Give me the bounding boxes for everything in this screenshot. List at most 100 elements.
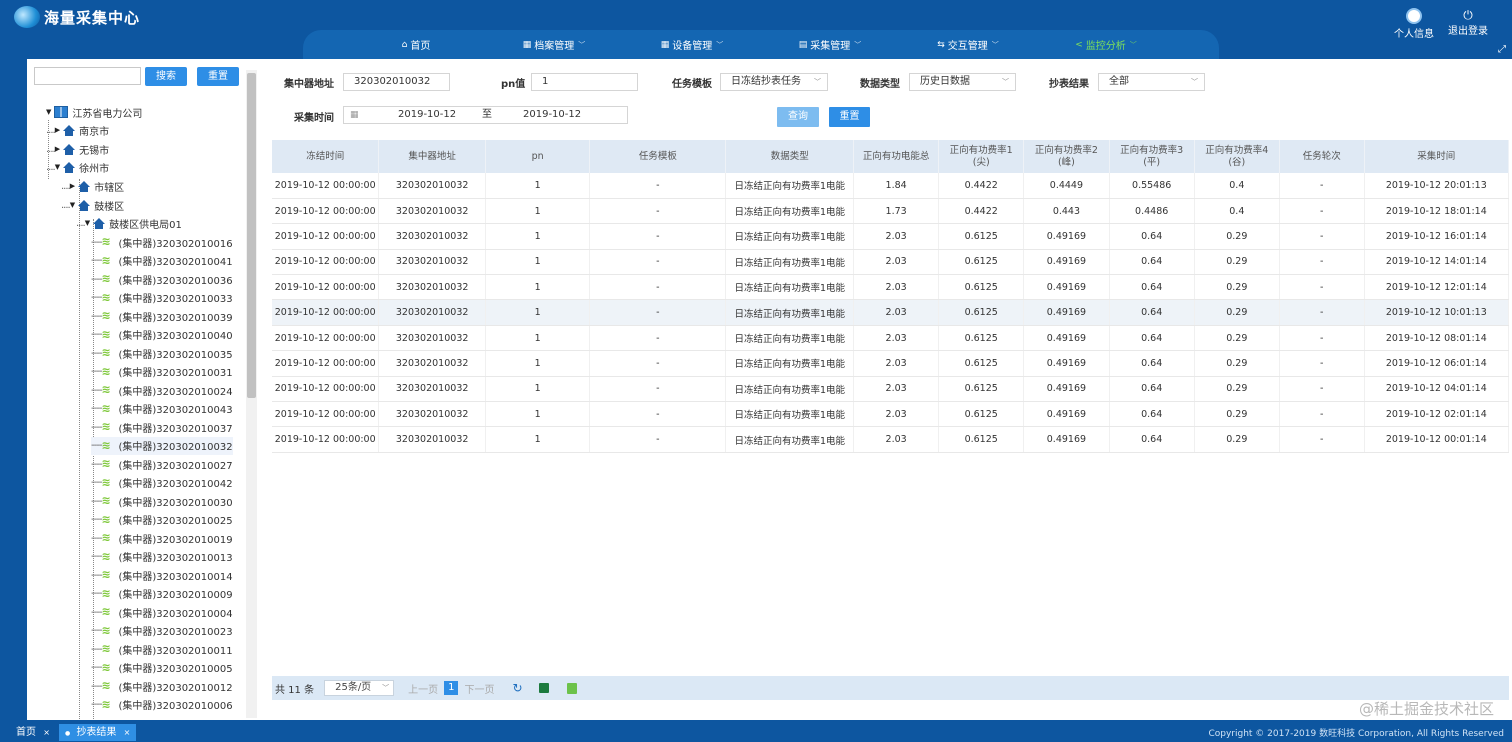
expand-toggle-icon[interactable]: ▶ (55, 126, 60, 134)
nav-item-2[interactable]: ▦ 设备管理 ﹀ (623, 30, 761, 59)
expand-toggle-icon[interactable]: ▶ (55, 145, 60, 153)
table-row[interactable]: 2019-10-12 00:00:00 320302010032 1- 日冻结正向有功… (272, 376, 1510, 403)
tree-node-district[interactable]: .... ▶ 市辖区 (61, 177, 124, 195)
template-select[interactable]: 日冻结抄表任务 ﹀ (720, 73, 828, 91)
tree-node-device[interactable]: ---- ≋ (集中器)320302010005 (91, 659, 233, 677)
column-header[interactable]: 采集时间 (1364, 140, 1510, 173)
datatype-select[interactable]: 历史日数据 ﹀ (909, 73, 1016, 91)
query-button[interactable]: 查询 (777, 107, 819, 127)
nav-item-label: 档案管理 (534, 41, 575, 52)
tree-search-input[interactable] (34, 67, 141, 85)
table-row[interactable]: 2019-10-12 00:00:00 320302010032 1- 日冻结正向有功… (272, 401, 1510, 428)
tree-node-device[interactable]: ---- ≋ (集中器)320302010031 (91, 363, 233, 381)
scrollbar-thumb[interactable] (247, 73, 256, 398)
current-page[interactable]: 1 (444, 681, 459, 695)
filter-reset-button[interactable]: 重置 (829, 107, 870, 127)
column-header[interactable]: 集中器地址 (378, 140, 486, 173)
tree-node-device[interactable]: ---- ≋ (集中器)320302010033 (91, 289, 233, 307)
refresh-icon[interactable]: ↻ (512, 681, 522, 695)
tree-node-device[interactable]: ---- ≋ (集中器)320302010009 (91, 585, 233, 603)
close-icon[interactable]: × (43, 728, 50, 737)
sidebar-scrollbar[interactable] (246, 70, 257, 718)
tree-node-device[interactable]: ---- ≋ (集中器)320302010013 (91, 548, 233, 566)
tree-connector: ---- (91, 310, 102, 322)
tree-node-device[interactable]: ---- ≋ (集中器)320302010024 (91, 381, 233, 399)
tree-node-device[interactable]: ---- ≋ (集中器)320302010041 (91, 252, 233, 270)
result-select[interactable]: 全部 ﹀ (1098, 73, 1205, 91)
table-row[interactable]: 2019-10-12 00:00:00 320302010032 1- 日冻结正向有功… (272, 426, 1510, 453)
expand-toggle-icon[interactable]: ▶ (70, 182, 75, 190)
tree-node-device[interactable]: ---- ≋ (集中器)320302010016 (91, 233, 233, 251)
expand-toggle-icon[interactable]: ▼ (85, 219, 90, 227)
prev-page-button[interactable]: 上一页 (408, 681, 438, 696)
tree-node-device[interactable]: ---- ≋ (集中器)320302010014 (91, 566, 233, 584)
table-row[interactable]: 2019-10-12 00:00:00 320302010032 1- 日冻结正向有功… (272, 173, 1510, 199)
user-info-button[interactable]: 个人信息 (1394, 8, 1434, 40)
column-header[interactable]: 正向有功费率1 (尖) (938, 140, 1025, 173)
next-page-button[interactable]: 下一页 (464, 681, 494, 696)
fullscreen-icon[interactable]: ⤢ (1498, 44, 1506, 55)
column-header[interactable]: 正向有功电能总 (853, 140, 940, 173)
column-header[interactable]: 冻结时间 (272, 140, 380, 173)
tree-node-device[interactable]: ---- ≋ (集中器)320302010030 (91, 492, 233, 510)
table-row[interactable]: 2019-10-12 00:00:00 320302010032 1- 日冻结正向有功… (272, 223, 1510, 250)
tree-reset-button[interactable]: 重置 (197, 67, 239, 86)
tree-node-device[interactable]: ---- ≋ (集中器)320302010025 (91, 511, 233, 529)
column-header[interactable]: 数据类型 (725, 140, 855, 173)
tree-node-device[interactable]: ---- ≋ (集中器)320302010019 (91, 529, 233, 547)
tree-node-device[interactable]: ---- ≋ (集中器)320302010039 (91, 307, 233, 325)
column-header[interactable]: 正向有功费率3 (平) (1109, 140, 1195, 173)
tab-meter-result[interactable]: ● 抄表结果 × (59, 724, 137, 741)
tree-search-button[interactable]: 搜索 (145, 67, 187, 86)
tree-node-device[interactable]: ---- ≋ (集中器)320302010027 (91, 455, 233, 473)
tree-node-device[interactable]: ---- ≋ (集中器)320302010042 (91, 474, 233, 492)
concentrator-input[interactable]: 320302010032 (343, 73, 450, 91)
tree-node-device[interactable]: ---- ≋ (集中器)320302010006 (91, 696, 233, 714)
nav-item-3[interactable]: ▤ 采集管理 ﹀ (761, 30, 899, 59)
tree-node-city[interactable]: .... ▶ 无锡市 (46, 140, 109, 158)
export-file-icon[interactable] (566, 682, 577, 694)
column-header[interactable]: 任务模板 (589, 140, 727, 173)
tree-node-city[interactable]: .... ▼ 徐州市 (46, 158, 109, 176)
export-excel-icon[interactable] (538, 683, 549, 693)
table-row[interactable]: 2019-10-12 00:00:00 320302010032 1- 日冻结正向有功… (272, 325, 1510, 352)
nav-item-4[interactable]: ⇆ 交互管理 ﹀ (899, 30, 1037, 59)
tree-node-city[interactable]: .... ▶ 南京市 (46, 121, 109, 139)
expand-toggle-icon[interactable]: ▼ (46, 108, 51, 116)
column-header[interactable]: 正向有功费率4 (谷) (1194, 140, 1280, 173)
column-header[interactable]: 正向有功费率2 (峰) (1023, 140, 1110, 173)
tree-connector: ---- (91, 440, 102, 451)
tree-node-device[interactable]: ---- ≋ (集中器)320302010012 (91, 677, 233, 695)
table-row[interactable]: 2019-10-12 00:00:00 320302010032 1- 日冻结正向有功… (272, 350, 1510, 377)
tree-node-device[interactable]: ---- ≋ (集中器)320302010036 (91, 270, 233, 288)
logout-button[interactable]: ⏻ 退出登录 (1446, 8, 1490, 37)
expand-toggle-icon[interactable]: ▼ (55, 163, 60, 171)
tree-node-device[interactable]: ---- ≋ (集中器)320302010040 (91, 326, 233, 344)
tree-node-device[interactable]: ---- ≋ (集中器)320302010004 (91, 603, 233, 621)
table-row[interactable]: 2019-10-12 00:00:00 320302010032 1- 日冻结正向有功… (272, 299, 1510, 326)
close-icon[interactable]: × (124, 728, 131, 737)
table-row[interactable]: 2019-10-12 00:00:00 320302010032 1- 日冻结正向有功… (272, 274, 1510, 301)
table-row[interactable]: 2019-10-12 00:00:00 320302010032 1- 日冻结正向有功… (272, 198, 1510, 225)
tree-node-device[interactable]: ---- ≋ (集中器)320302010032 (91, 436, 233, 455)
date-range-input[interactable]: ▦ 2019-10-12 至 2019-10-12 (343, 106, 628, 124)
tree-node-device[interactable]: ---- ≋ (集中器)320302010037 (91, 418, 233, 436)
tree-node-device[interactable]: ---- ≋ (集中器)320302010035 (91, 344, 233, 362)
expand-toggle-icon[interactable]: ▼ (70, 201, 75, 209)
tree-node-device[interactable]: ---- ≋ (集中器)320302010043 (91, 400, 233, 418)
tree-node-bureau[interactable]: .... ▼ 鼓楼区供电局01 (76, 214, 182, 232)
tree-node-root[interactable]: ▼ 江苏省电力公司 (46, 103, 142, 121)
column-header[interactable]: pn (485, 140, 591, 173)
pn-input[interactable]: 1 (531, 73, 638, 91)
table-cell: 0.29 (1194, 401, 1280, 428)
tree-node-device[interactable]: ---- ≋ (集中器)320302010023 (91, 622, 233, 640)
page-size-select[interactable]: 25条/页 ﹀ (324, 680, 395, 696)
tree-node-district[interactable]: .... ▼ 鼓楼区 (61, 196, 124, 214)
table-row[interactable]: 2019-10-12 00:00:00 320302010032 1- 日冻结正向有功… (272, 249, 1510, 276)
tree-node-device[interactable]: ---- ≋ (集中器)320302010011 (91, 640, 233, 658)
nav-item-1[interactable]: ▦ 档案管理 ﹀ (485, 30, 623, 59)
tab-home[interactable]: 首页 × (10, 724, 56, 741)
column-header[interactable]: 任务轮次 (1279, 140, 1365, 173)
nav-item-0[interactable]: ⌂ 首页 (347, 30, 485, 59)
nav-item-5[interactable]: < 监控分析 ﹀ (1037, 30, 1175, 59)
